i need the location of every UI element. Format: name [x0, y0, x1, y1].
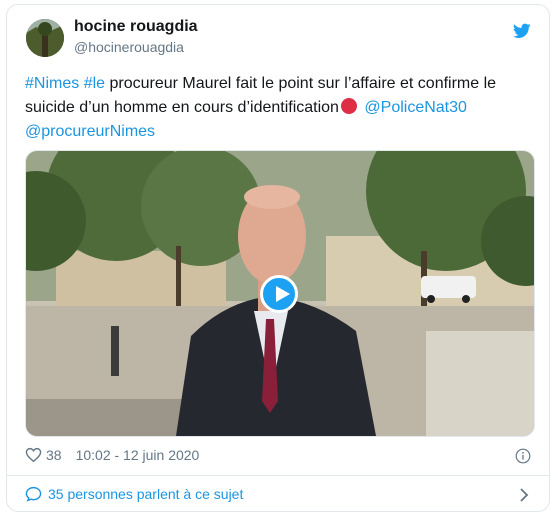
- author-name[interactable]: hocine rouagdia: [74, 18, 198, 36]
- avatar[interactable]: [26, 19, 64, 57]
- hashtag-nimes[interactable]: #Nimes: [25, 75, 79, 92]
- tweet-text: #Nimes #le procureur Maurel fait le poin…: [25, 72, 515, 144]
- video-player[interactable]: [25, 150, 535, 437]
- heart-icon[interactable]: [25, 447, 42, 463]
- avatar-image: [26, 19, 64, 57]
- tweet-card[interactable]: hocine rouagdia @hocinerouagdia #Nimes #…: [6, 4, 550, 512]
- mention-policenat30[interactable]: @PoliceNat30: [364, 99, 467, 116]
- info-icon[interactable]: [515, 448, 531, 464]
- conversation-label: 35 personnes parlent à ce sujet: [48, 486, 244, 502]
- conversation-link[interactable]: 35 personnes parlent à ce sujet: [25, 486, 243, 502]
- divider: [7, 475, 549, 476]
- chevron-right-icon[interactable]: [519, 488, 529, 502]
- author-handle[interactable]: @hocinerouagdia: [74, 39, 184, 55]
- timestamp[interactable]: 10:02 - 12 juin 2020: [76, 447, 200, 463]
- red-circle-emoji: [340, 98, 357, 114]
- tweet-meta: 38 10:02 - 12 juin 2020: [25, 447, 199, 463]
- mention-procureurnimes[interactable]: @procureurNimes: [25, 123, 155, 140]
- hashtag-le[interactable]: #le: [84, 75, 105, 92]
- like-count[interactable]: 38: [46, 447, 62, 463]
- chat-bubble-icon: [25, 486, 42, 502]
- twitter-bird-icon[interactable]: [513, 23, 531, 39]
- play-button[interactable]: [260, 275, 298, 313]
